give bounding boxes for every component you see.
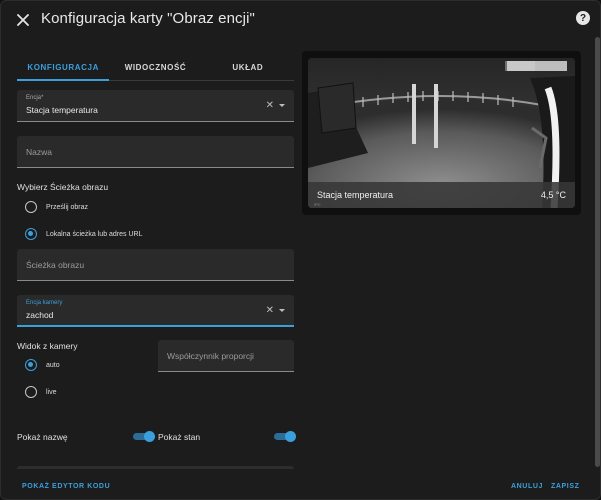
radio-local-path-url[interactable]: Lokalna ścieżka lub adres URL: [25, 228, 143, 240]
camera-entity-clear-icon[interactable]: ✕: [266, 306, 274, 316]
card-preview: Stacja temperatura 4,5 °C IPC: [302, 51, 581, 215]
radio-upload-image-label: Prześlij obraz: [46, 203, 89, 211]
camera-entity-label: Encja kamery: [26, 300, 63, 306]
show-name-toggle[interactable]: [133, 431, 155, 442]
show-state-toggle-knob: [285, 431, 296, 442]
show-state-row: Pokaż stan: [158, 432, 200, 442]
camera-view-section-label: Widok z kamery: [17, 341, 78, 351]
preview-info-bar: Stacja temperatura 4,5 °C IPC: [308, 182, 575, 208]
radio-local-path-url-label: Lokalna ścieżka lub adres URL: [46, 230, 143, 238]
entity-picker-label: Encja*: [26, 95, 44, 101]
dialog-footer: POKAŻ EDYTOR KODU ANULUJ ZAPISZ: [1, 469, 600, 499]
radio-camera-view-live-button[interactable]: [25, 386, 37, 398]
image-path-field[interactable]: Ścieżka obrazu: [17, 249, 294, 281]
radio-camera-view-auto-label: auto: [46, 361, 60, 369]
show-name-label: Pokaż nazwę: [17, 432, 68, 442]
preview-entity-state: 4,5 °C: [540, 190, 566, 200]
dialog-header: Konfiguracja karty "Obraz encji" ?: [1, 1, 600, 37]
name-field-placeholder: Nazwa: [26, 147, 52, 157]
tab-layout[interactable]: UKŁAD: [202, 57, 294, 80]
aspect-ratio-placeholder: Współczynnik proporcji: [167, 351, 254, 361]
entity-dropdown-icon[interactable]: [279, 104, 285, 107]
radio-camera-view-live-label: live: [46, 388, 57, 396]
show-code-editor-button[interactable]: POKAŻ EDYTOR KODU: [22, 483, 110, 490]
show-state-toggle[interactable]: [274, 431, 296, 442]
radio-upload-image[interactable]: Prześlij obraz: [25, 201, 88, 213]
config-tabs: KONFIGURACJA WIDOCZNOŚĆ UKŁAD: [17, 57, 294, 81]
entity-picker-value: Stacja temperatura: [26, 105, 98, 115]
camera-entity-dropdown-icon[interactable]: [279, 309, 285, 312]
preview-entity-name: Stacja temperatura: [317, 190, 394, 200]
radio-upload-image-button[interactable]: [25, 201, 37, 213]
image-path-placeholder: Ścieżka obrazu: [26, 260, 85, 270]
close-button[interactable]: [12, 9, 34, 31]
camera-entity-value: zachod: [26, 310, 54, 320]
card-config-dialog: Konfiguracja karty "Obraz encji" ? KONFI…: [0, 0, 601, 500]
show-name-toggle-knob: [144, 431, 155, 442]
editor-scrollbar[interactable]: [595, 37, 600, 469]
close-icon: [17, 14, 29, 26]
name-field[interactable]: Nazwa: [17, 136, 294, 168]
show-name-row: Pokaż nazwę: [17, 432, 68, 442]
radio-local-path-url-button[interactable]: [25, 228, 37, 240]
camera-osd-label: [507, 61, 567, 71]
aspect-ratio-field[interactable]: Współczynnik proporcji: [158, 340, 294, 372]
tab-visibility[interactable]: WIDOCZNOŚĆ: [109, 57, 201, 80]
cancel-button[interactable]: ANULUJ: [511, 483, 543, 490]
image-path-section-label: Wybierz Ścieżka obrazu: [17, 182, 109, 192]
entity-picker[interactable]: Encja* Stacja temperatura ✕: [17, 90, 294, 122]
editor-scroll-area[interactable]: KONFIGURACJA WIDOCZNOŚĆ UKŁAD Encja* Sta…: [1, 37, 597, 469]
camera-snapshot[interactable]: Stacja temperatura 4,5 °C IPC: [308, 58, 575, 208]
help-icon[interactable]: ?: [576, 11, 590, 25]
radio-camera-view-live[interactable]: live: [25, 386, 57, 398]
radio-camera-view-auto[interactable]: auto: [25, 359, 60, 371]
dialog-title: Konfiguracja karty "Obraz encji": [41, 10, 255, 27]
save-button[interactable]: ZAPISZ: [551, 483, 580, 490]
tab-configuration[interactable]: KONFIGURACJA: [17, 57, 110, 81]
camera-watermark: IPC: [314, 202, 321, 207]
entity-clear-icon[interactable]: ✕: [266, 101, 274, 111]
show-state-label: Pokaż stan: [158, 432, 201, 442]
editor-scrollbar-thumb[interactable]: [595, 37, 600, 467]
radio-camera-view-auto-button[interactable]: [25, 359, 37, 371]
camera-entity-picker[interactable]: Encja kamery zachod ✕: [17, 295, 294, 327]
